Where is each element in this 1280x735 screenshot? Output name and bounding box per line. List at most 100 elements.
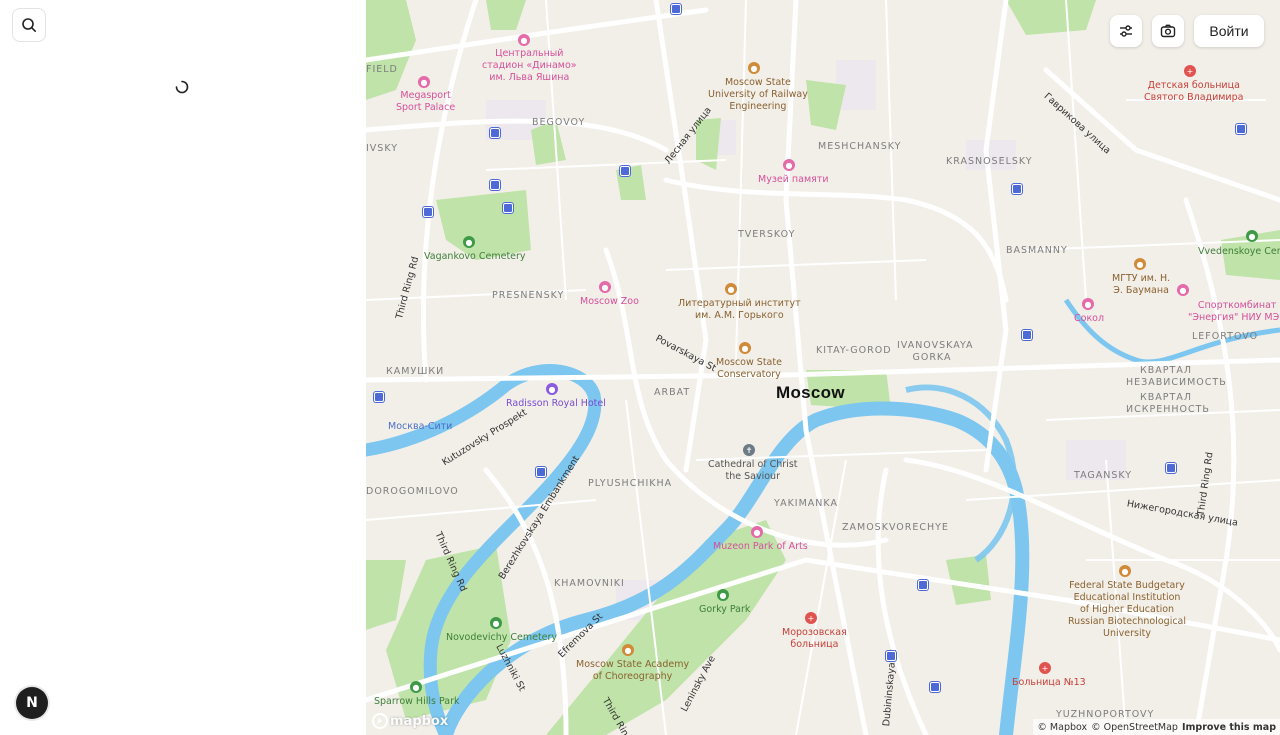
sport-icon[interactable]: ● — [1177, 284, 1189, 296]
poi-gorky-park[interactable]: Gorky Park — [699, 604, 750, 616]
poi-moskva-city[interactable]: Москва-Сити — [388, 421, 452, 433]
poi-vvedenskoye[interactable]: Vvedenskoye Cem — [1198, 246, 1280, 258]
park-icon[interactable]: ● — [717, 589, 729, 601]
poi-cathedral[interactable]: Cathedral of Christ the Saviour — [708, 459, 798, 483]
sport-icon[interactable]: ● — [418, 76, 430, 88]
poi-megasport[interactable]: Megasport Sport Palace — [396, 90, 455, 114]
place-icon[interactable]: ● — [1082, 298, 1094, 310]
hotel-icon[interactable]: ● — [546, 383, 558, 395]
poi-conservatory[interactable]: Moscow State Conservatory — [716, 357, 782, 381]
hospital-icon[interactable]: + — [805, 612, 817, 624]
poi-literaturny-institute[interactable]: Литературный институт им. А.М. Горького — [678, 298, 801, 322]
metro-icon[interactable] — [536, 467, 546, 477]
park-icon[interactable]: ● — [410, 681, 422, 693]
metro-icon[interactable] — [1012, 184, 1022, 194]
poi-line: больница — [790, 639, 839, 650]
poi-dynamo[interactable]: Центральный стадион «Динамо» им. Льва Яш… — [482, 48, 577, 84]
poi-line: Federal State Budgetary — [1069, 580, 1185, 591]
app-root: N FIELD BEGOVOY IVSKY MESHCHANSKY KRASNO… — [0, 0, 1280, 735]
district-label: KITAY-GOROD — [816, 345, 892, 356]
district-label: IVANOVSKAYA GORKA — [897, 340, 974, 363]
poi-choreography[interactable]: Moscow State Academy of Choreography — [576, 659, 689, 683]
poi-line: Sport Palace — [396, 102, 456, 113]
hospital-icon[interactable]: + — [1039, 662, 1051, 674]
institute-icon[interactable]: ● — [725, 283, 737, 295]
poi-line: Литературный институт — [678, 298, 801, 309]
park-art-icon[interactable]: ● — [751, 526, 763, 538]
poi-line: Детская больница — [1147, 80, 1240, 91]
poi-line: Russian Biotechnological — [1068, 616, 1187, 627]
district-label: BASMANNY — [1006, 245, 1068, 256]
mapbox-logo[interactable]: mapbox — [372, 713, 448, 729]
hospital-icon[interactable]: + — [1184, 65, 1196, 77]
poi-line: Cathedral of Christ — [708, 459, 798, 470]
metro-icon[interactable] — [490, 180, 500, 190]
poi-moscow-zoo[interactable]: Moscow Zoo — [580, 296, 639, 308]
district-label: LEFORTOVO — [1192, 331, 1259, 342]
metro-icon[interactable] — [423, 207, 433, 217]
app-badge-avatar[interactable]: N — [16, 687, 48, 719]
map-attribution: © Mapbox © OpenStreetMap Improve this ma… — [1033, 719, 1280, 735]
poi-line: Engineering — [729, 101, 787, 112]
university-icon[interactable]: ● — [748, 62, 760, 74]
poi-vagankovo[interactable]: Vagankovo Cemetery — [424, 251, 526, 263]
metro-icon[interactable] — [918, 580, 928, 590]
metro-icon[interactable] — [671, 4, 681, 14]
conservatory-icon[interactable]: ● — [739, 342, 751, 354]
poi-line: University — [1103, 628, 1151, 639]
metro-icon[interactable] — [490, 128, 500, 138]
poi-detskaya-hospital[interactable]: Детская больница Святого Владимира — [1144, 80, 1243, 104]
poi-railway-university[interactable]: Moscow State University of Railway Engin… — [708, 77, 808, 113]
poi-mgtu[interactable]: МГТУ им. Н. Э. Баумана — [1112, 273, 1170, 297]
metro-icon[interactable] — [374, 392, 384, 402]
camera-button[interactable] — [1152, 15, 1184, 47]
university-icon[interactable]: ● — [1134, 258, 1146, 270]
metro-icon[interactable] — [1022, 330, 1032, 340]
login-button[interactable]: Войти — [1194, 15, 1264, 47]
poi-morozovskaya[interactable]: Морозовская больница — [782, 627, 847, 651]
metro-icon[interactable] — [620, 166, 630, 176]
zoo-icon[interactable]: ● — [599, 281, 611, 293]
cemetery-icon[interactable]: ● — [463, 236, 475, 248]
metro-icon[interactable] — [1166, 463, 1176, 473]
spinner-icon — [175, 80, 189, 94]
cathedral-icon[interactable]: ✝ — [743, 444, 755, 456]
poi-line: Moscow State — [716, 357, 782, 368]
poi-biotech-university[interactable]: Federal State Budgetary Educational Inst… — [1068, 580, 1186, 640]
mapbox-wordmark: mapbox — [390, 713, 449, 729]
academy-icon[interactable]: ● — [622, 644, 634, 656]
search-icon — [22, 18, 36, 32]
metro-icon[interactable] — [503, 203, 513, 213]
university-icon[interactable]: ● — [1119, 565, 1131, 577]
district-label: КАМУШКИ — [386, 366, 445, 377]
district-label: PRESNENSKY — [492, 290, 565, 301]
stadium-icon[interactable]: ● — [518, 34, 530, 46]
poi-sokol[interactable]: Сокол — [1074, 313, 1104, 325]
camera-icon — [1160, 24, 1176, 38]
metro-icon[interactable] — [1236, 124, 1246, 134]
metro-icon[interactable] — [886, 651, 896, 661]
poi-line: the Saviour — [725, 471, 780, 482]
search-button[interactable] — [12, 8, 46, 42]
poi-energia[interactable]: Спорткомбинат "Энергия" НИУ МЭИ — [1188, 300, 1280, 324]
poi-sparrow-hills[interactable]: Sparrow Hills Park — [374, 696, 459, 708]
poi-line: Conservatory — [717, 369, 781, 380]
poi-bolnitsa-13[interactable]: Больница №13 — [1012, 677, 1086, 689]
map-canvas[interactable]: FIELD BEGOVOY IVSKY MESHCHANSKY KRASNOSE… — [366, 0, 1280, 735]
poi-muzeon[interactable]: Muzeon Park of Arts — [713, 541, 808, 553]
attrib-mapbox-link[interactable]: © Mapbox — [1037, 722, 1087, 733]
poi-line: Центральный — [495, 48, 564, 59]
avatar-letter: N — [26, 695, 38, 711]
district-label: FIELD — [366, 64, 398, 75]
cemetery-icon[interactable]: ● — [1246, 230, 1258, 242]
cemetery-icon[interactable]: ● — [490, 617, 502, 629]
filters-button[interactable] — [1110, 15, 1142, 47]
poi-line: Educational Institution — [1073, 592, 1181, 603]
district-label: MESHCHANSKY — [818, 141, 902, 152]
improve-map-link[interactable]: Improve this map — [1182, 722, 1276, 733]
metro-icon[interactable] — [930, 682, 940, 692]
museum-icon[interactable]: ● — [783, 159, 795, 171]
poi-muzey-pamyati[interactable]: Музей памяти — [758, 174, 829, 186]
poi-line: стадион «Динамо» — [482, 60, 577, 71]
attrib-osm-link[interactable]: © OpenStreetMap — [1091, 722, 1178, 733]
